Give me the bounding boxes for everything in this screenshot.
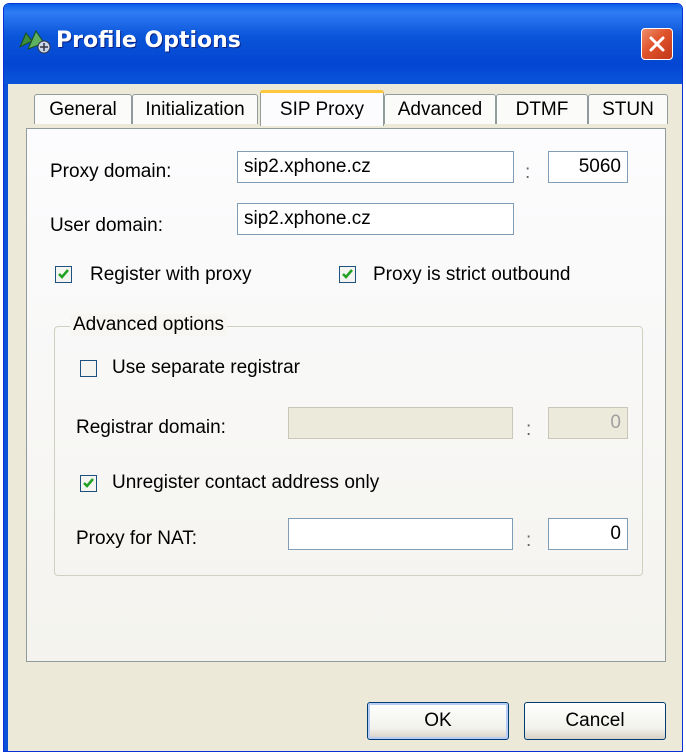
register-with-proxy-label[interactable]: Register with proxy: [90, 264, 252, 286]
port-separator: :: [525, 162, 531, 183]
tab-stun[interactable]: STUN: [588, 94, 668, 124]
checkmark-icon: [342, 269, 353, 279]
registrar-domain-label: Registrar domain:: [76, 417, 226, 438]
proxy-nat-label: Proxy for NAT:: [76, 528, 198, 549]
checkmark-icon: [58, 269, 69, 279]
user-domain-input[interactable]: sip2.xphone.cz: [237, 203, 514, 235]
separate-registrar-checkbox[interactable]: [80, 360, 97, 377]
proxy-domain-label: Proxy domain:: [50, 161, 172, 182]
close-icon: [649, 36, 665, 52]
strict-outbound-label[interactable]: Proxy is strict outbound: [373, 264, 570, 286]
proxy-nat-port-separator: :: [526, 530, 532, 551]
proxy-nat-port-input[interactable]: 0: [548, 518, 628, 550]
ok-button[interactable]: OK: [367, 702, 509, 740]
unregister-contact-checkbox[interactable]: [80, 475, 97, 492]
unregister-contact-label[interactable]: Unregister contact address only: [112, 472, 379, 494]
proxy-nat-input[interactable]: [288, 518, 513, 550]
register-with-proxy-checkbox[interactable]: [55, 266, 72, 283]
proxy-port-input[interactable]: 5060: [548, 151, 628, 183]
tab-advanced[interactable]: Advanced: [384, 94, 496, 124]
separate-registrar-label[interactable]: Use separate registrar: [112, 357, 300, 379]
tab-initialization[interactable]: Initialization: [132, 94, 258, 124]
tab-sip-proxy[interactable]: SIP Proxy: [260, 90, 384, 126]
tab-general[interactable]: General: [34, 94, 132, 124]
proxy-domain-input[interactable]: sip2.xphone.cz: [237, 151, 514, 183]
checkmark-icon: [83, 478, 94, 488]
window-title: Profile Options: [56, 28, 241, 53]
strict-outbound-checkbox[interactable]: [339, 266, 356, 283]
title-bar[interactable]: Profile Options: [4, 4, 682, 84]
advanced-options-legend: Advanced options: [70, 314, 228, 336]
window-frame: [4, 84, 8, 751]
close-button[interactable]: [641, 28, 673, 60]
tab-dtmf[interactable]: DTMF: [496, 94, 588, 124]
registrar-domain-input[interactable]: [288, 407, 513, 439]
registrar-port-separator: :: [526, 419, 532, 440]
profile-options-dialog: Profile Options General Initialization S…: [3, 3, 683, 752]
user-domain-label: User domain:: [50, 215, 163, 236]
registrar-port-input[interactable]: 0: [548, 407, 628, 439]
cancel-button[interactable]: Cancel: [524, 702, 666, 740]
network-phone-icon: [18, 27, 52, 57]
